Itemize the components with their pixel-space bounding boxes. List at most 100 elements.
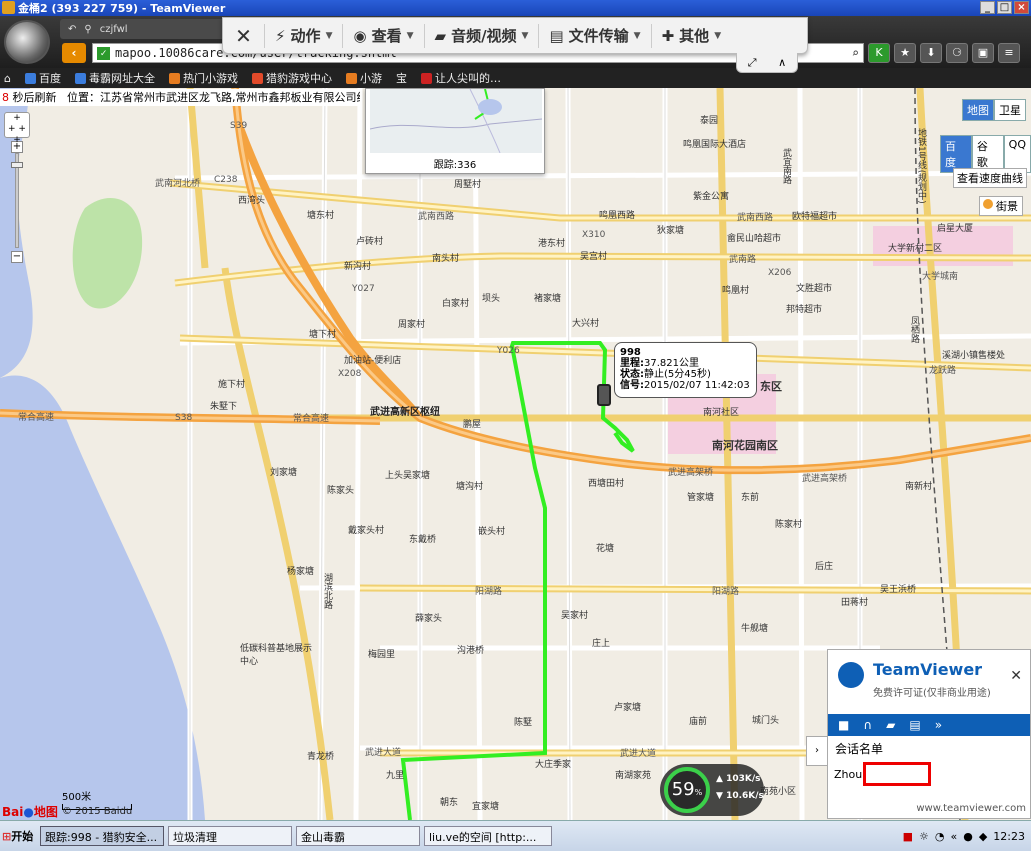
speed-curve-button[interactable]: 查看速度曲线	[953, 168, 1027, 188]
tv-menu-actions[interactable]: ⚡ 动作 ▼	[265, 23, 344, 48]
tray-expand-icon[interactable]: «	[950, 830, 957, 843]
place-label: 杨家塘	[287, 567, 315, 577]
place-label: 朱墅下	[210, 402, 238, 412]
location-pin-icon: ⚲	[84, 23, 92, 35]
close-session-icon[interactable]: ✕	[223, 23, 265, 48]
map-type-option[interactable]: 地图	[962, 99, 994, 121]
place-label: 武进高新区枢纽	[370, 407, 440, 418]
zoom-slider[interactable]	[11, 153, 23, 248]
place-label: 城门头	[752, 716, 780, 726]
brightness-icon[interactable]: ☼	[919, 830, 929, 843]
headset-icon[interactable]: ∩	[863, 718, 872, 732]
pan-control[interactable]: + + + +	[4, 112, 30, 145]
menu-icon[interactable]: ≡	[998, 43, 1020, 63]
tv-panel-expand-button[interactable]: ›	[806, 736, 828, 766]
start-button[interactable]: ⊞ 开始	[0, 825, 36, 847]
collapse-chevron-icon[interactable]: ∧	[778, 56, 786, 69]
bookmark-game-center[interactable]: 猎豹游戏中心	[251, 70, 332, 86]
vehicle-id: 998	[620, 347, 641, 358]
tv-website-link[interactable]: www.teamviewer.com	[916, 803, 1026, 814]
back-button[interactable]: ‹	[62, 43, 86, 63]
session-list-title: 会话名单	[835, 742, 884, 756]
taskbar-item[interactable]: 金山毒霸	[296, 826, 420, 846]
place-label: 薛家头	[415, 614, 443, 624]
bookmark-bao[interactable]: 宝	[396, 70, 407, 86]
minimize-button[interactable]: _	[980, 1, 995, 14]
road-label: X310	[582, 230, 606, 240]
place-label: 刘家塘	[270, 468, 298, 478]
home-icon[interactable]: ⌂	[4, 72, 11, 85]
place-label: 东前	[741, 493, 760, 503]
network-icon[interactable]: ◔	[935, 830, 945, 843]
more-chevron-icon[interactable]: »	[935, 718, 942, 732]
map-type-option[interactable]: 卫星	[994, 99, 1026, 121]
place-label: 周墅村	[454, 180, 482, 190]
taskbar-item[interactable]: 垃圾清理	[168, 826, 292, 846]
tv-toolbar-subtab: ⤢ ∧	[736, 53, 798, 73]
place-label: 南头村	[432, 254, 460, 264]
status-label: 状态:	[620, 369, 644, 380]
tv-menu-audio-video[interactable]: ▰ 音频/视频 ▼	[425, 23, 540, 48]
upload-rate: ▲ 103K/s	[716, 774, 761, 784]
document-icon[interactable]: ▤	[909, 718, 920, 732]
maximize-button[interactable]: □	[997, 1, 1012, 14]
shield-icon[interactable]: ◆	[979, 830, 987, 843]
lake-water	[0, 375, 205, 820]
bookmark-duba[interactable]: 毒霸网址大全	[74, 70, 155, 86]
bookmark-small-games[interactable]: 小游	[345, 70, 382, 86]
zoom-in-button[interactable]: +	[11, 141, 23, 153]
qq-icon[interactable]: ●	[963, 830, 973, 843]
zoom-control: + + + + + −	[4, 112, 30, 272]
tray-app-icon[interactable]: ■	[903, 830, 913, 843]
place-label: 武宜南路	[781, 148, 791, 184]
refresh-countdown: 8	[2, 91, 9, 104]
tv-menu-other[interactable]: ✚ 其他 ▼	[652, 24, 732, 48]
place-label: 塘沟村	[456, 482, 484, 492]
track-overview-popup[interactable]: 跟踪:336	[365, 88, 545, 174]
redaction-box	[863, 762, 931, 786]
place-label: 南湖家苑	[615, 771, 652, 781]
gauge-circle: 59%	[664, 767, 710, 813]
road-label: 阳湖路	[475, 587, 503, 597]
browser-tab[interactable]: ↶ ⚲ czjfwl	[60, 19, 230, 39]
video-icon[interactable]: ■	[838, 718, 849, 732]
tv-menu-view[interactable]: ◉ 查看 ▼	[343, 23, 425, 48]
browser-logo-icon[interactable]	[4, 20, 50, 64]
status-value: 静止(5分45秒)	[644, 369, 711, 380]
taskbar-item[interactable]: liu.ve的空间 [http:...	[424, 826, 552, 846]
park-green	[72, 198, 143, 309]
network-speed-gauge[interactable]: 59% ▲ 103K/s ▼ 10.6K/s	[660, 764, 764, 816]
close-window-button[interactable]: ×	[1014, 1, 1029, 14]
undo-icon[interactable]: ↶	[68, 24, 76, 35]
tv-panel-close-icon[interactable]: ✕	[1010, 668, 1022, 684]
bookmark-baidu[interactable]: 百度	[24, 70, 61, 86]
taskbar-item[interactable]: 跟踪:998 - 猎豹安全...	[40, 826, 164, 846]
zoom-slider-thumb[interactable]	[11, 162, 23, 168]
vehicle-marker-icon[interactable]	[597, 384, 611, 406]
favorites-star-icon[interactable]: ★	[894, 43, 916, 63]
bookmark-scream[interactable]: 让人尖叫的…	[420, 70, 501, 86]
fullscreen-icon[interactable]: ⤢	[748, 56, 757, 70]
place-label: 施下村	[218, 380, 246, 390]
place-label: 卢砖村	[356, 237, 384, 247]
kingsoft-icon[interactable]: K	[868, 43, 890, 63]
tv-menu-file-transfer[interactable]: ▤ 文件传输 ▼	[539, 23, 652, 48]
bookmark-mini-games[interactable]: 热门小游戏	[168, 70, 238, 86]
gamepad-icon[interactable]: ⚆	[946, 43, 968, 63]
chat-icon: ▰	[434, 26, 447, 45]
download-icon[interactable]: ⬇	[920, 43, 942, 63]
road-label: Y027	[352, 284, 375, 294]
road-label: 武南河北桥	[155, 179, 201, 189]
briefcase-icon[interactable]: ▣	[972, 43, 994, 63]
map-type-switch: 地图 卫星	[962, 99, 1026, 121]
road-label: 武进大道	[620, 749, 657, 759]
browser-tab-label: czjfwl	[99, 23, 128, 35]
chat-bubble-icon[interactable]: ▰	[886, 718, 895, 732]
place-label: 狄家塘	[657, 226, 685, 236]
place-label: 溪湖小镇售楼处	[942, 351, 1006, 361]
place-label: 加油站-便利店	[344, 356, 402, 366]
place-label: 邦特超市	[786, 305, 823, 315]
search-icon[interactable]: ⌕	[852, 46, 859, 60]
street-view-button[interactable]: 街景	[979, 196, 1023, 216]
zoom-out-button[interactable]: −	[11, 251, 23, 263]
